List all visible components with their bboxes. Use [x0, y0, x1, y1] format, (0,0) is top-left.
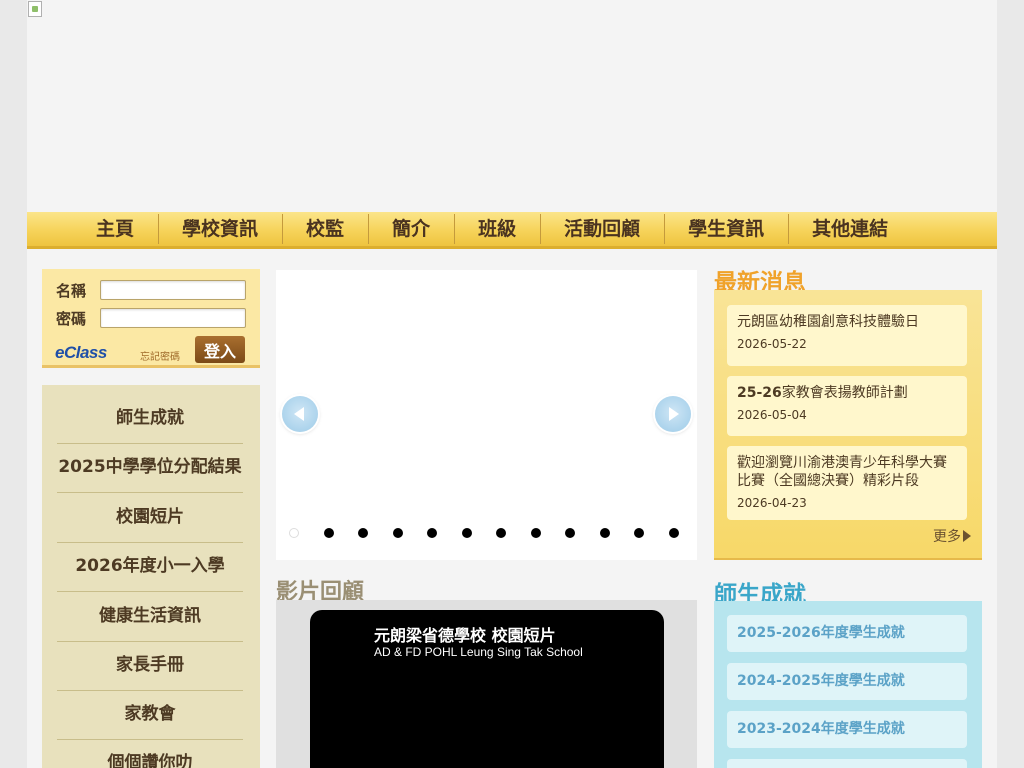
- triangle-right-icon: [963, 530, 971, 542]
- news-panel: 元朗區幼稚園創意科技體驗日 2026-05-22 25-26家教會表揚教師計劃 …: [714, 290, 982, 560]
- nav-intro[interactable]: 簡介: [368, 214, 454, 244]
- slider-dot[interactable]: [599, 528, 610, 538]
- slider-dot[interactable]: [427, 528, 437, 538]
- password-label: 密碼: [56, 310, 87, 328]
- video-title-cn: 元朗梁省德學校 校園短片: [374, 626, 556, 645]
- news-headline: 元朗區幼稚園創意科技體驗日: [737, 314, 919, 330]
- slider-next-button[interactable]: [655, 396, 691, 432]
- slider-dot[interactable]: [634, 528, 644, 538]
- slider-dot[interactable]: [289, 528, 299, 538]
- username-input[interactable]: [100, 280, 246, 300]
- news-headline: 歡迎瀏覽川渝港澳青少年科學大賽比賽（全國總決賽）精彩片段: [737, 455, 947, 489]
- side-item-secondary-allocation[interactable]: 2025中學學位分配結果: [57, 443, 243, 493]
- nav-school-info[interactable]: 學校資訊: [158, 214, 282, 244]
- news-item[interactable]: 元朗區幼稚園創意科技體驗日 2026-05-22: [727, 305, 967, 366]
- video-title-en: AD & FD POHL Leung Sing Tak School: [374, 645, 583, 659]
- news-headline-rest: 家教會表揚教師計劃: [781, 385, 908, 401]
- side-item-pta[interactable]: 家教會: [57, 690, 243, 740]
- news-more-link[interactable]: 更多: [933, 526, 971, 546]
- video-player[interactable]: 元朗梁省德學校 校園短片 AD & FD POHL Leung Sing Tak…: [310, 610, 664, 768]
- slider-dot[interactable]: [496, 528, 506, 538]
- banner-image: [27, 0, 997, 212]
- nav-classes[interactable]: 班級: [454, 214, 540, 244]
- slider-dot[interactable]: [530, 528, 541, 538]
- video-section: 元朗梁省德學校 校園短片 AD & FD POHL Leung Sing Tak…: [276, 600, 697, 768]
- achievement-item[interactable]: 2025-2026年度學生成就: [727, 615, 967, 652]
- arrow-right-icon: [669, 407, 679, 421]
- nav-other-links[interactable]: 其他連結: [788, 214, 912, 244]
- slider-dot[interactable]: [668, 528, 679, 538]
- slider-dot[interactable]: [461, 528, 472, 538]
- side-item-campus-video[interactable]: 校園短片: [57, 493, 243, 543]
- side-item-parent-handbook[interactable]: 家長手冊: [57, 641, 243, 691]
- achievement-item[interactable]: 2024-2025年度學生成就: [727, 663, 967, 700]
- achievement-item[interactable]: 2023-2024年度學生成就: [727, 711, 967, 748]
- nav-home[interactable]: 主頁: [72, 216, 158, 242]
- forgot-password-link[interactable]: 忘記密碼: [140, 348, 180, 363]
- news-item[interactable]: 25-26家教會表揚教師計劃 2026-05-04: [727, 376, 967, 436]
- news-date: 2026-05-22: [737, 337, 807, 351]
- news-date: 2026-05-04: [737, 408, 807, 422]
- side-item-achievements[interactable]: 師生成就: [57, 394, 243, 444]
- news-item[interactable]: 歡迎瀏覽川渝港澳青少年科學大賽比賽（全國總決賽）精彩片段 2026-04-23: [727, 446, 967, 520]
- slider-dot[interactable]: [565, 528, 575, 538]
- news-headline: 25-26家教會表揚教師計劃: [737, 384, 957, 402]
- achievement-item[interactable]: [727, 759, 967, 768]
- login-button[interactable]: 登入: [195, 336, 245, 363]
- nav-activities[interactable]: 活動回顧: [540, 214, 664, 244]
- slider-dots: [289, 528, 703, 538]
- achievements-panel: 2025-2026年度學生成就 2024-2025年度學生成就 2023-202…: [714, 601, 982, 768]
- side-item-p1-admission[interactable]: 2026年度小一入學: [57, 542, 243, 592]
- slider-prev-button[interactable]: [282, 396, 318, 432]
- side-menu: 師生成就 2025中學學位分配結果 校園短片 2026年度小一入學 健康生活資訊…: [42, 385, 260, 768]
- slider-dot[interactable]: [358, 528, 368, 538]
- slider-dot[interactable]: [323, 528, 334, 538]
- more-label: 更多: [933, 529, 961, 545]
- arrow-left-icon: [294, 407, 304, 421]
- eclass-logo: eClass: [55, 343, 107, 362]
- page: 主頁 學校資訊 校監 簡介 班級 活動回顧 學生資訊 其他連結 名稱 密碼 eC…: [27, 0, 997, 768]
- login-panel: 名稱 密碼 eClass 忘記密碼 登入: [42, 269, 260, 368]
- nav-supervisor[interactable]: 校監: [282, 214, 368, 244]
- password-input[interactable]: [100, 308, 246, 328]
- broken-image-icon: [28, 1, 42, 17]
- side-item-healthy-living[interactable]: 健康生活資訊: [57, 592, 243, 642]
- nav-student-info[interactable]: 學生資訊: [664, 214, 788, 244]
- news-headline-bold: 25-26: [737, 385, 782, 401]
- image-slider: [276, 270, 697, 560]
- news-date: 2026-04-23: [737, 496, 807, 510]
- username-label: 名稱: [56, 282, 87, 300]
- side-item-praise[interactable]: 個個讚你叻: [57, 739, 243, 768]
- slider-dot[interactable]: [392, 528, 403, 538]
- main-nav: 主頁 學校資訊 校監 簡介 班級 活動回顧 學生資訊 其他連結: [27, 212, 997, 249]
